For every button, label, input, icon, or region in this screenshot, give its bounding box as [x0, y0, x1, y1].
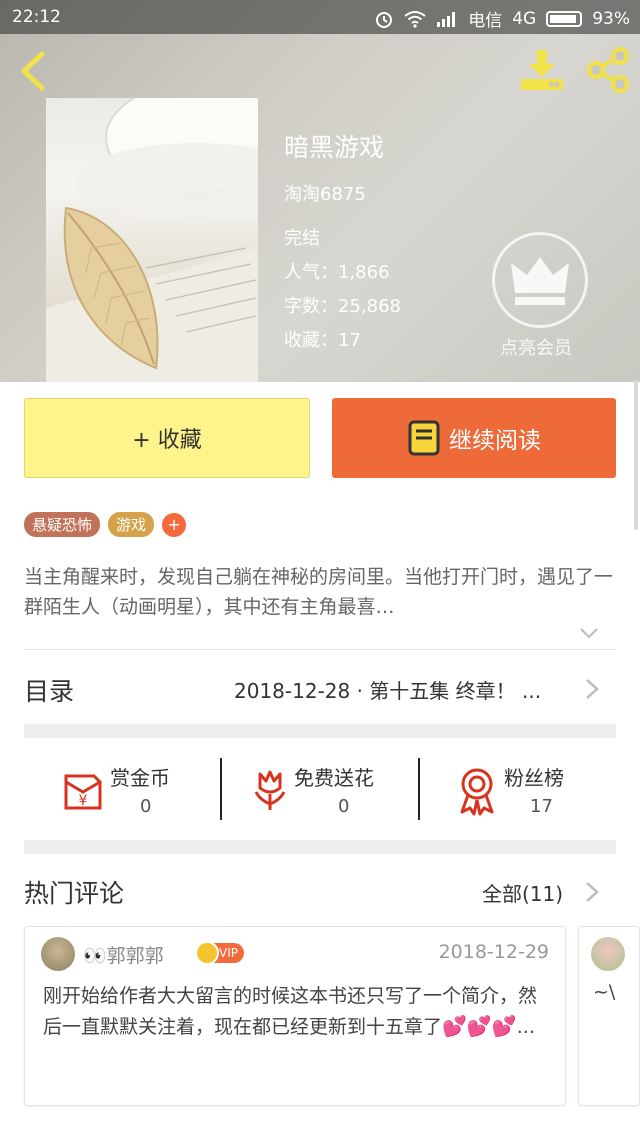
comment-card[interactable]: 👀郭郭郭 VIP 2018-12-29 刚开始给作者大大留言的时候这本书还只写了…	[24, 926, 566, 1106]
status-bar: 22:12 电信 4G 93%	[0, 0, 640, 34]
scrollbar[interactable]	[634, 380, 638, 530]
toc-chevron-right-icon	[586, 679, 599, 699]
free-flower-count: 0	[338, 796, 350, 817]
vip-badge: VIP	[195, 941, 244, 965]
vip-badge-label: VIP	[219, 946, 238, 960]
fan-ranking-label: 粉丝榜	[504, 766, 564, 790]
toc-label[interactable]: 目录	[24, 672, 74, 708]
ribbon-medal-icon	[460, 768, 494, 816]
comment-date: 2018-12-29	[438, 941, 549, 963]
status-time: 22:12	[12, 7, 61, 27]
chevron-down-icon[interactable]	[578, 622, 600, 644]
book-favorites-count: 收藏：17	[284, 330, 361, 351]
book-intro[interactable]: 当主角醒来时，发现自己躺在神秘的房间里。当他打开门时，遇见了一群陌生人（动画明星…	[24, 562, 616, 622]
comments-chevron-right-icon	[586, 882, 599, 902]
status-carrier: 电信	[468, 11, 503, 31]
status-battery: 93%	[592, 8, 630, 29]
avatar[interactable]	[41, 937, 75, 971]
alarm-icon	[376, 11, 393, 28]
avatar[interactable]	[591, 937, 625, 971]
add-favorite-button[interactable]: + 收藏	[24, 398, 310, 478]
book-title: 暗黑游戏	[284, 133, 385, 162]
svg-text:¥: ¥	[79, 793, 88, 809]
vip-label[interactable]: 点亮会员	[500, 334, 572, 360]
fan-ranking-stat[interactable]: 粉丝榜 17	[456, 758, 606, 828]
toc-latest-chapter[interactable]: 2018-12-28 · 第十五集 终章！ ...	[234, 675, 541, 704]
divider	[24, 649, 616, 650]
book-popularity: 人气：1,866	[284, 262, 390, 283]
comment-username[interactable]: 👀郭郭郭	[83, 941, 164, 968]
tag-suspense-horror[interactable]: 悬疑恐怖	[24, 512, 101, 537]
red-envelope-icon: ¥	[64, 774, 102, 810]
fan-ranking-count: 17	[530, 796, 553, 817]
free-flower-stat[interactable]: 免费送花 0	[244, 758, 404, 828]
comment-text: ~\	[593, 981, 616, 1003]
free-flower-label: 免费送花	[294, 766, 374, 790]
continue-reading-button[interactable]: 继续阅读	[332, 398, 616, 478]
stat-separator	[220, 758, 222, 820]
book-word-count: 字数：25,868	[284, 296, 401, 317]
book-status: 完结	[284, 228, 320, 249]
battery-icon	[546, 10, 583, 27]
comment-card-peek[interactable]: ~\	[578, 926, 640, 1106]
share-icon	[587, 47, 629, 93]
crown-icon	[511, 257, 569, 305]
book-header: 暗黑游戏 淘淘6875 完结 人气：1,866 字数：25,868 收藏：17 …	[0, 0, 640, 382]
back-button[interactable]	[14, 48, 54, 94]
comment-ellipsis: ...	[516, 1016, 535, 1038]
flower-icon	[254, 770, 286, 810]
section-gap	[24, 724, 616, 738]
signal-icon	[437, 11, 456, 27]
all-comments-link[interactable]: 全部(11)	[482, 878, 563, 907]
reward-coins-stat[interactable]: ¥ 赏金币 0	[56, 758, 206, 828]
continue-reading-label: 继续阅读	[449, 428, 541, 454]
cover-illustration	[46, 98, 258, 382]
share-button[interactable]	[584, 46, 632, 94]
tag-list: 悬疑恐怖 游戏 +	[24, 512, 187, 537]
comment-text-block: 刚开始给作者大大留言的时候这本书还只写了一个简介，然后一直默默关注着，现在都已经…	[43, 981, 543, 1042]
vip-crown-button[interactable]	[492, 232, 588, 328]
status-network: 4G	[512, 8, 537, 29]
section-gap	[24, 840, 616, 854]
hot-comments-title: 热门评论	[24, 879, 125, 908]
book-cover[interactable]	[46, 98, 258, 382]
vip-crown-icon	[195, 941, 219, 965]
hearts-emoji: 💕💕💕	[442, 1014, 517, 1038]
add-tag-button[interactable]: +	[162, 512, 187, 537]
reward-coins-count: 0	[140, 796, 152, 817]
add-favorite-label: + 收藏	[132, 428, 202, 453]
stat-separator	[418, 758, 420, 820]
download-icon	[521, 50, 563, 90]
back-arrow-icon	[21, 51, 45, 91]
tag-game[interactable]: 游戏	[108, 512, 155, 537]
wifi-icon	[404, 10, 426, 28]
book-author[interactable]: 淘淘6875	[284, 180, 366, 206]
book-icon	[408, 420, 440, 456]
reward-coins-label: 赏金币	[110, 766, 170, 790]
download-button[interactable]	[518, 46, 566, 94]
